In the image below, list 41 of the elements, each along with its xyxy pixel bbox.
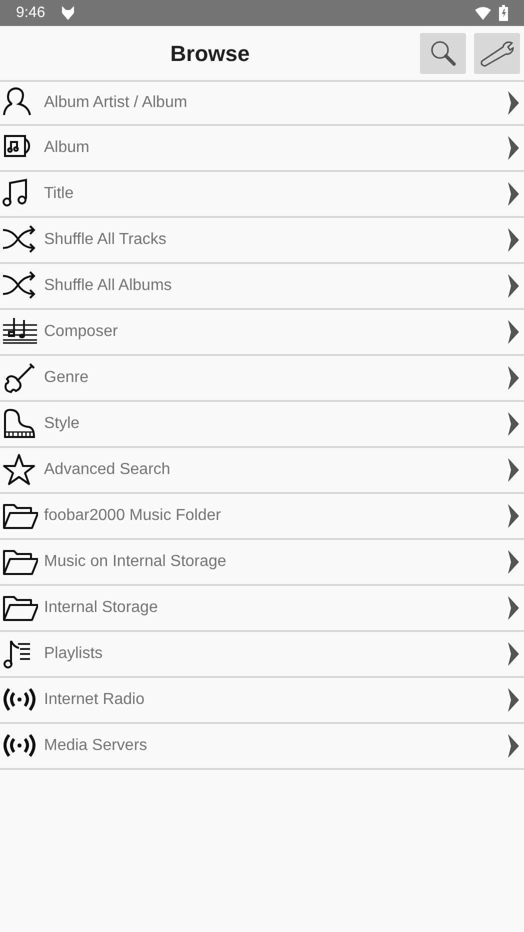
browse-item[interactable]: Media Servers xyxy=(0,724,524,770)
search-button[interactable] xyxy=(420,32,466,74)
status-time: 9:46 xyxy=(16,2,46,23)
chevron-icon xyxy=(506,594,522,622)
browse-item[interactable]: Advanced Search xyxy=(0,448,524,494)
browse-item[interactable]: foobar2000 Music Folder xyxy=(0,494,524,540)
page-title: Browse xyxy=(170,40,250,68)
search-icon xyxy=(429,39,457,67)
browse-item[interactable]: Shuffle All Albums xyxy=(0,264,524,310)
chevron-icon xyxy=(506,456,522,484)
browse-item[interactable]: Shuffle All Tracks xyxy=(0,218,524,264)
browse-item[interactable]: Album xyxy=(0,126,524,172)
chevron-icon xyxy=(506,180,522,208)
chevron-icon xyxy=(506,410,522,438)
settings-button[interactable] xyxy=(474,32,520,74)
browse-item[interactable]: Style xyxy=(0,402,524,448)
wifi-icon xyxy=(475,6,491,20)
chevron-icon xyxy=(506,640,522,668)
chevron-icon xyxy=(506,134,522,162)
chevron-icon xyxy=(506,318,522,346)
browse-item[interactable]: Title xyxy=(0,172,524,218)
browse-item[interactable]: Composer xyxy=(0,310,524,356)
star-icon xyxy=(2,453,38,487)
chevron-icon xyxy=(506,89,522,117)
piano-icon xyxy=(2,407,38,441)
browse-item[interactable]: Music on Internal Storage xyxy=(0,540,524,586)
browse-item[interactable]: Internet Radio xyxy=(0,678,524,724)
chevron-icon xyxy=(506,732,522,760)
chevron-icon xyxy=(506,548,522,576)
chevron-icon xyxy=(506,272,522,300)
browse-item[interactable]: Genre xyxy=(0,356,524,402)
browse-item[interactable]: Playlists xyxy=(0,632,524,678)
chevron-icon xyxy=(506,502,522,530)
browse-item[interactable]: Internal Storage xyxy=(0,586,524,632)
browse-item[interactable]: Album Artist / Album xyxy=(0,80,524,126)
chevron-icon xyxy=(506,364,522,392)
wrench-icon xyxy=(479,39,515,67)
chevron-icon xyxy=(506,686,522,714)
battery-icon xyxy=(499,5,508,21)
fox-icon xyxy=(61,5,76,21)
chevron-icon xyxy=(506,226,522,254)
